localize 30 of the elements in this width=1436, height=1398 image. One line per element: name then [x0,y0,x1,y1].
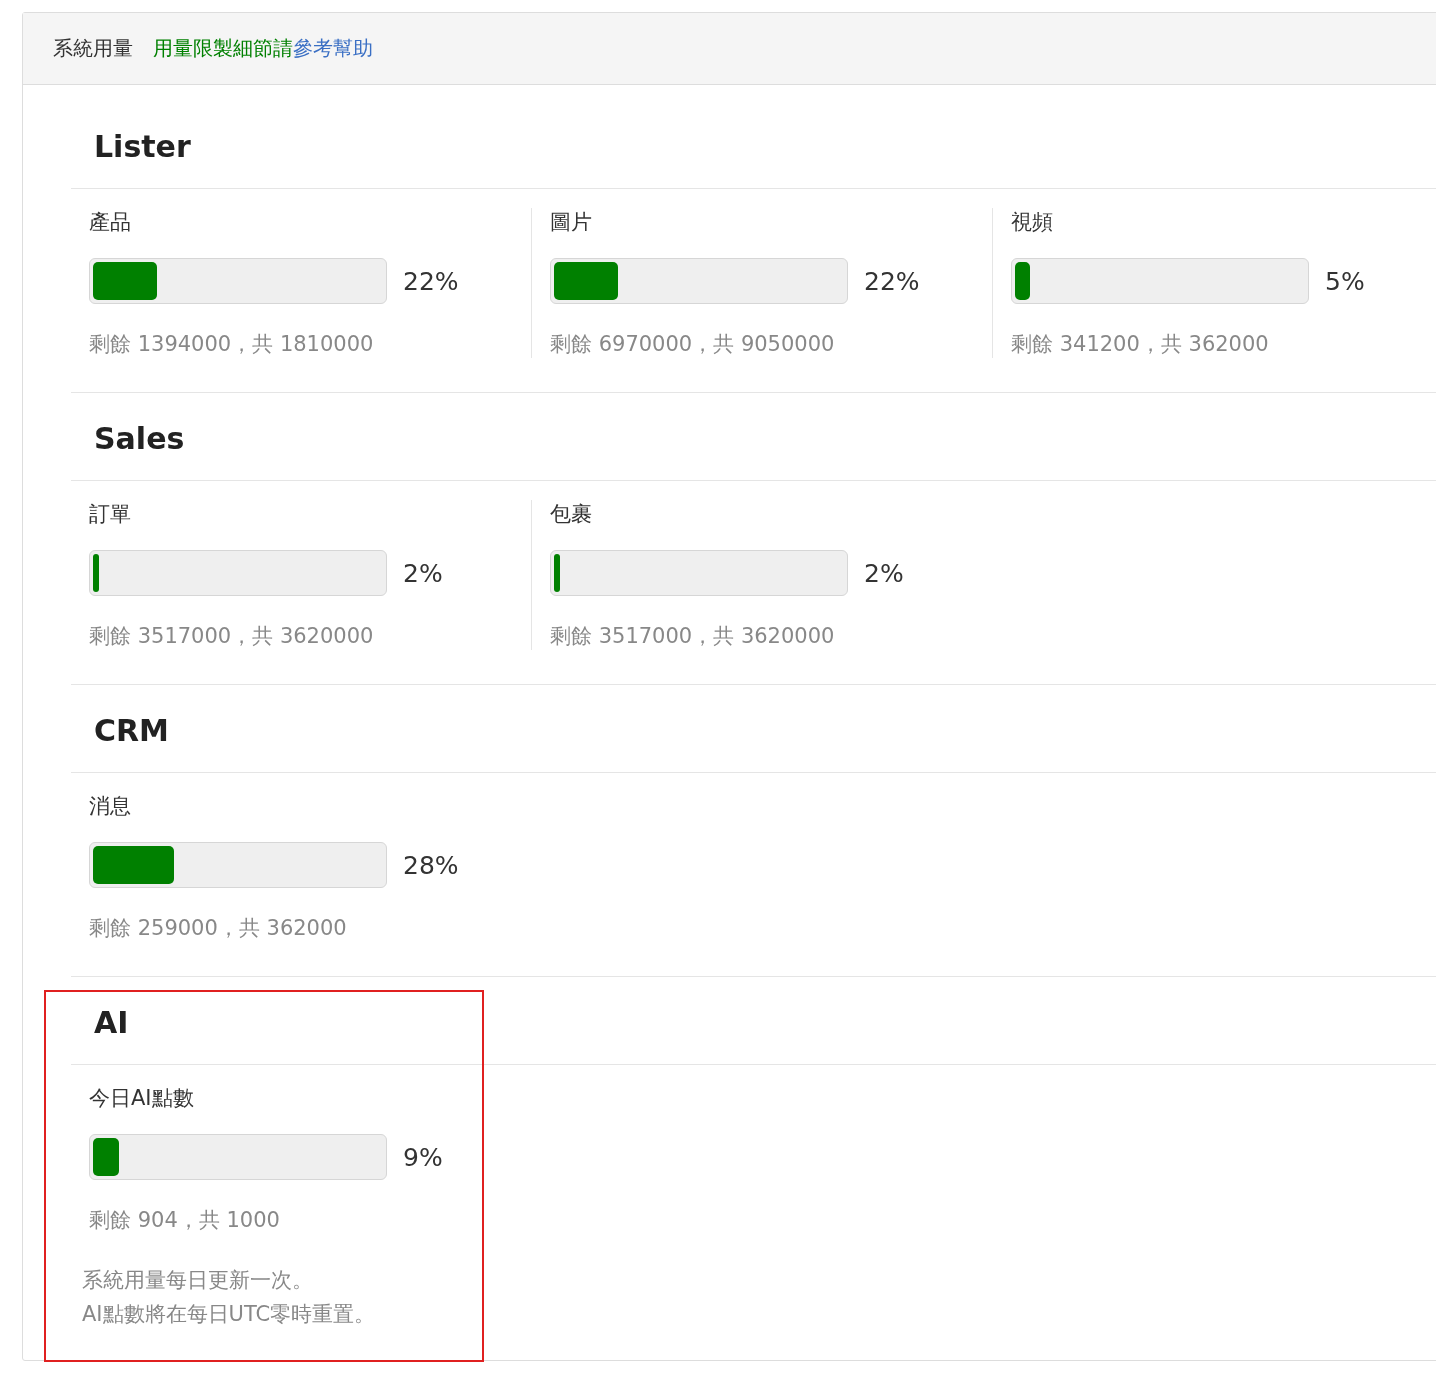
section-title: Lister [71,101,1436,189]
help-link[interactable]: 參考幫助 [293,35,373,62]
remaining-text: 剩餘 341200，共 362000 [1011,331,1270,358]
usage-percent: 22% [403,266,459,296]
section-title: Sales [71,393,1436,481]
remaining-text: 剩餘 3517000，共 3620000 [550,623,836,650]
usage-percent: 2% [864,558,904,588]
footnote-text: 系統用量每日更新一次。 [82,1267,314,1294]
header-note: 用量限製細節請 [153,35,293,62]
usage-label: 包裹 [550,501,593,528]
usage-label: 產品 [89,209,132,236]
usage-label: 視頻 [1011,209,1054,236]
usage-percent: 5% [1325,266,1365,296]
usage-percent: 22% [864,266,920,296]
usage-label: 訂單 [89,501,132,528]
remaining-text: 剩餘 904，共 1000 [89,1207,281,1234]
section-title: CRM [71,685,1436,773]
usage-percent: 9% [403,1142,443,1172]
remaining-text: 剩餘 1394000，共 1810000 [89,331,375,358]
remaining-text: 剩餘 3517000，共 3620000 [89,623,375,650]
footnote-text: AI點數將在每日UTC零時重置。 [82,1301,377,1328]
remaining-text: 剩餘 259000，共 362000 [89,915,348,942]
remaining-text: 剩餘 6970000，共 9050000 [550,331,836,358]
usage-label: 今日AI點數 [89,1085,195,1112]
section-title: AI [71,977,1436,1065]
header-title: 系統用量 [53,35,133,62]
usage-percent: 28% [403,850,459,880]
usage-percent: 2% [403,558,443,588]
usage-label: 消息 [89,793,132,820]
usage-label: 圖片 [550,209,593,236]
